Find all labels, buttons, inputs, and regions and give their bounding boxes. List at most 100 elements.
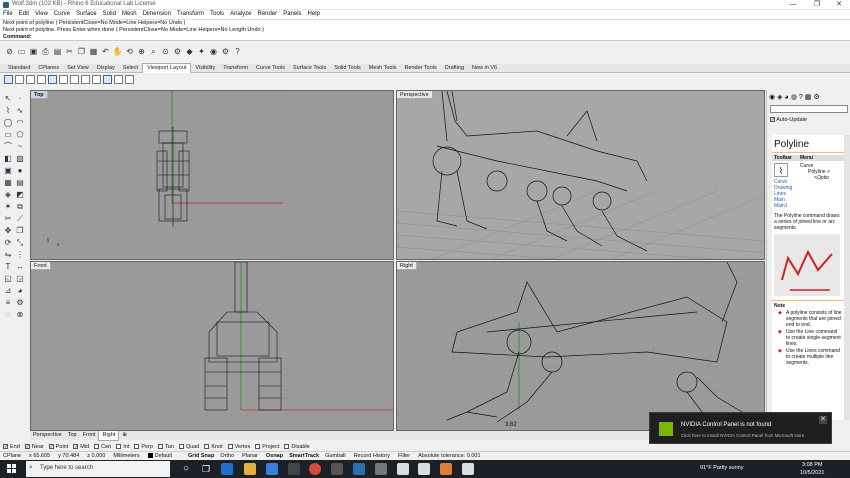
circle-icon[interactable]: ◯ [3,118,13,128]
file-explorer-icon[interactable] [244,463,256,475]
clock-date[interactable]: 10/5/2021 [800,470,824,476]
menu-dimension[interactable]: Dimension [140,10,174,19]
minimize-button[interactable]: — [782,0,804,10]
layout-icon[interactable] [114,74,123,84]
text-icon[interactable]: T [3,262,13,272]
tab-render-tools[interactable]: Render Tools [400,64,440,73]
layout-icon[interactable] [81,74,90,84]
display-icon[interactable]: ◕ [785,94,789,101]
osnap-knot[interactable]: Knot [204,444,223,450]
analyze-icon[interactable]: ⊿ [3,286,13,296]
tab-drafting[interactable]: Drafting [441,64,468,73]
explode-icon[interactable]: ✶ [3,202,13,212]
render-icon[interactable]: ◉ [208,46,219,57]
pan-icon[interactable]: ✋ [112,46,123,57]
undo-icon[interactable]: ↶ [100,46,111,57]
paste-icon[interactable]: ▦ [88,46,99,57]
split-icon[interactable]: ⟋ [15,214,25,224]
mail-icon[interactable] [266,463,278,475]
tab-curve-tools[interactable]: Curve Tools [252,64,289,73]
viewport-perspective[interactable]: Perspective [396,90,765,260]
menu-tools[interactable]: Tools [207,10,227,19]
osnap-point[interactable]: Point [48,444,68,450]
layer-icon[interactable]: ◆ [184,46,195,57]
layout-icon[interactable] [125,74,134,84]
options-icon[interactable]: ⚙ [220,46,231,57]
status-units[interactable]: Millimeters [113,452,139,460]
properties-icon[interactable]: ⚙ [15,298,25,308]
spline-icon[interactable]: ~ [15,142,25,152]
help-search-input[interactable] [770,105,848,113]
weather[interactable]: 91°F Partly sunny [700,465,743,471]
help-icon[interactable]: ? [799,94,803,101]
open-file-icon[interactable]: ▭ [16,46,27,57]
layout-icon[interactable] [59,74,68,84]
array-icon[interactable]: ⋮ [15,250,25,260]
polygon-icon[interactable]: ⬠ [15,130,25,140]
light-icon[interactable]: ✦ [196,46,207,57]
close-button[interactable]: ✕ [828,0,850,10]
render-icon[interactable]: ◕ [15,286,25,296]
layout-icon[interactable] [103,74,112,84]
zoom-window-icon[interactable]: ⌕ [148,46,159,57]
toggle-gumball[interactable]: Gumball [325,452,345,460]
help-icon[interactable]: ? [232,46,243,57]
tab-visibility[interactable]: Visibility [191,64,219,73]
menu-analyze[interactable]: Analyze [227,10,254,19]
mirror-icon[interactable]: ⇋ [3,250,13,260]
menu-mesh[interactable]: Mesh [119,10,140,19]
menu-surface[interactable]: Surface [73,10,100,19]
notification-close-button[interactable]: ✕ [819,416,827,424]
boolean-icon[interactable]: ◈ [3,190,13,200]
rectangle-icon[interactable]: ▭ [3,130,13,140]
tab-cplanes[interactable]: CPlanes [34,64,63,73]
osnap-cen[interactable]: Cen [94,444,111,450]
taskbar-search[interactable]: ⌕ Type here to search [26,461,170,477]
light-icon[interactable]: ◍ [791,93,797,101]
layout-icon[interactable] [48,74,57,84]
edge-icon[interactable] [221,463,233,475]
toggle-osnap[interactable]: Osnap [266,453,283,459]
rotate-icon[interactable]: ⟳ [3,238,13,248]
osnap-near[interactable]: Near [24,444,44,450]
point-icon[interactable]: · [15,94,25,104]
copy-icon[interactable]: ❐ [15,226,25,236]
toggle-smarttrack[interactable]: SmartTrack [289,453,319,459]
menu-curve[interactable]: Curve [51,10,73,19]
rhino-taskbar-icon[interactable] [418,463,430,475]
viewport-label-front[interactable]: Front [31,262,51,270]
osnap-disable[interactable]: Disable [284,444,310,450]
maximize-button[interactable]: ❐ [806,0,828,10]
copy-icon[interactable]: ❐ [76,46,87,57]
help-scrollbar[interactable] [844,135,850,420]
zoom-extents-icon[interactable]: ⊙ [160,46,171,57]
osnap-mid[interactable]: Mid [73,444,89,450]
rotate-view-icon[interactable]: ⟲ [124,46,135,57]
vptab-perspective[interactable]: Perspective [30,431,65,440]
viewport-front[interactable]: Front [30,261,394,431]
tab-display[interactable]: Display [93,64,119,73]
store-icon[interactable] [288,463,300,475]
layout-icon[interactable] [15,74,24,84]
viewport-label-perspective[interactable]: Perspective [397,91,433,99]
curve-icon[interactable]: ∿ [15,106,25,116]
osnap-perp[interactable]: Perp [134,444,153,450]
zoom-icon[interactable]: ⊕ [136,46,147,57]
app-icon[interactable] [353,463,365,475]
nvidia-notification[interactable]: NVIDIA Control Panel is not found Click … [649,412,832,444]
block-icon[interactable]: ◲ [15,274,25,284]
toggle-ortho[interactable]: Ortho [220,452,234,460]
osnap-tan[interactable]: Tan [157,444,174,450]
add-viewport-tab-icon[interactable]: ⊕ [119,431,130,440]
toggle-filter[interactable]: Filter [398,452,410,460]
layout-icon[interactable] [70,74,79,84]
viewport-right[interactable]: 3.62 Right [396,261,765,431]
menu-edit[interactable]: Edit [16,10,32,19]
cut-icon[interactable]: ✂ [64,46,75,57]
four-viewports-icon[interactable] [4,74,13,84]
select-arrow-icon[interactable]: ↖ [3,94,13,104]
menu-view[interactable]: View [32,10,51,19]
layout-icon[interactable] [37,74,46,84]
box-icon[interactable]: ▣ [3,166,13,176]
freeform-icon[interactable]: ⌒ [3,142,13,152]
